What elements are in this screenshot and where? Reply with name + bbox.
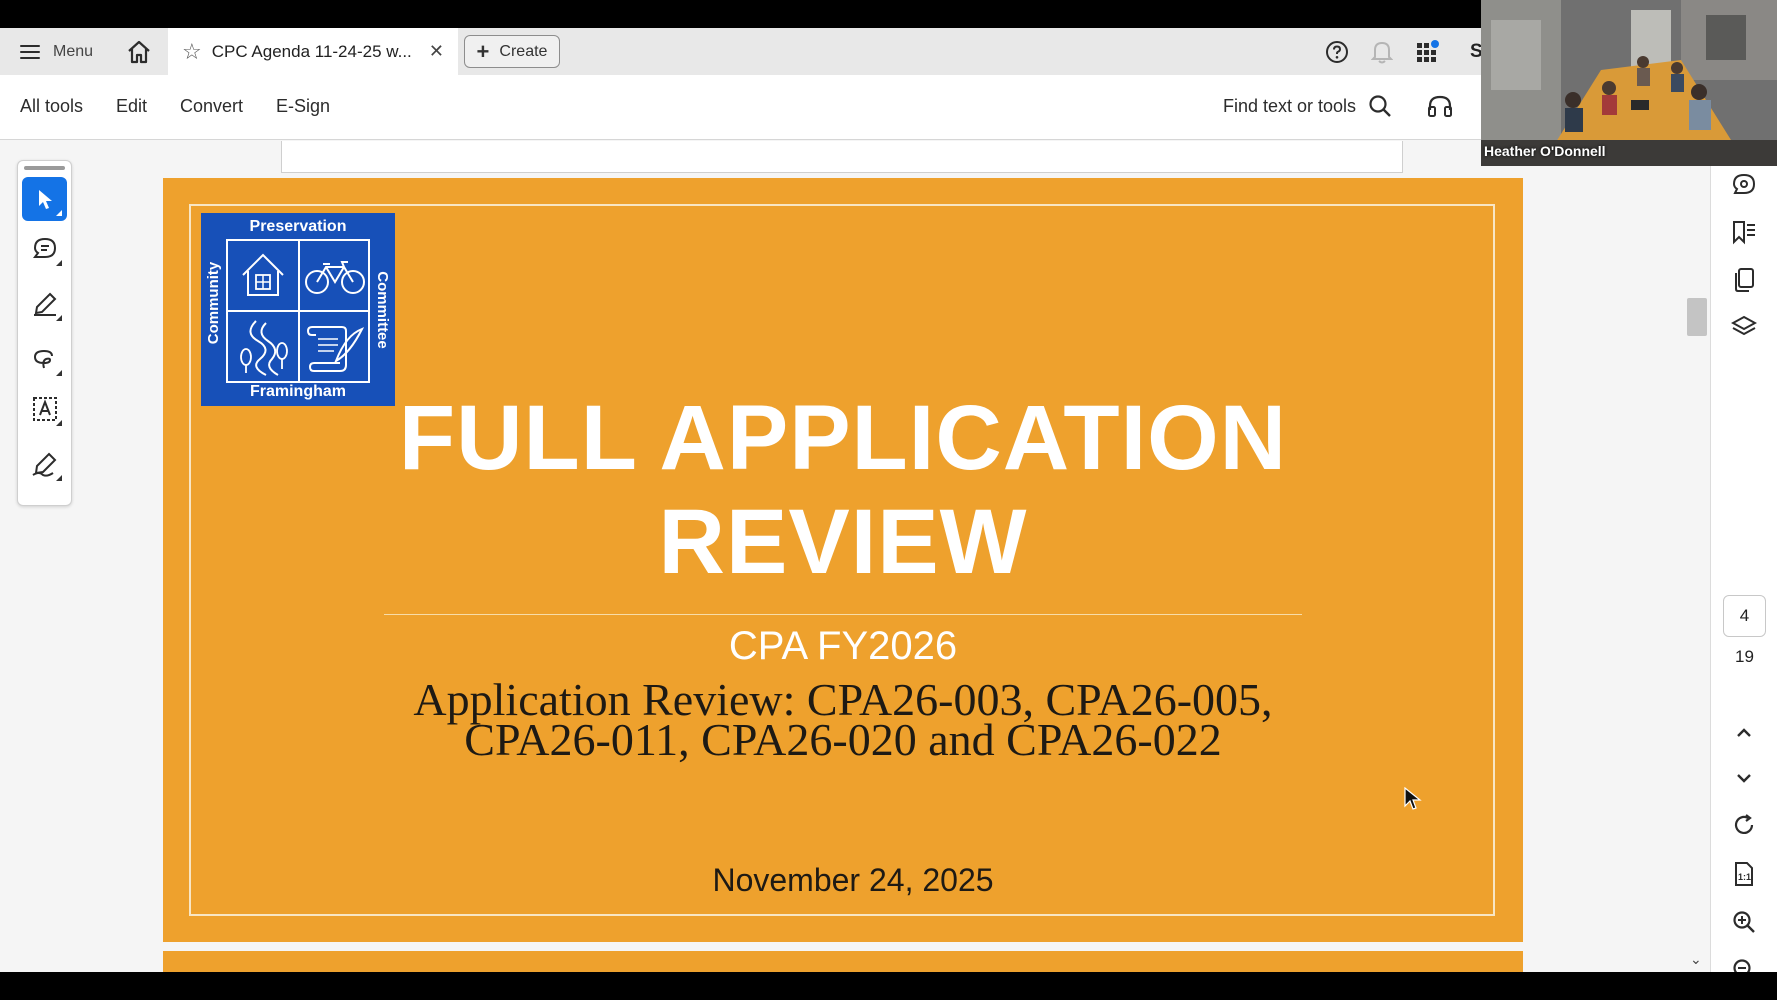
hamburger-icon [20,44,40,59]
house-icon [242,253,284,296]
help-icon[interactable] [1325,28,1349,75]
next-page-button[interactable] [1729,763,1759,793]
highlight-tool-icon [33,292,56,316]
bookmark-icon [1733,221,1755,245]
zoom-in-button[interactable] [1729,907,1759,937]
menu-button[interactable]: Menu [20,28,93,75]
home-button[interactable] [126,28,152,75]
previous-page-edge [281,141,1403,173]
logo-text-left: Community [205,261,222,345]
create-label: Create [499,42,548,60]
pdf-page-slide: Preservation Community Committee Framing… [163,178,1523,942]
actual-size-icon: 1:1 [1735,862,1753,886]
slide-applications: Application Review: CPA26-003, CPA26-005… [343,677,1343,765]
svg-text:1:1: 1:1 [1738,872,1751,882]
comment-tool-button[interactable] [22,227,67,271]
zoom-out-button[interactable] [1729,955,1759,972]
text-select-tool-icon [32,397,57,421]
rail-drag-handle[interactable] [24,166,65,170]
vertical-scrollbar[interactable]: ⌄ [1685,141,1709,972]
zoom-out-icon [1733,959,1751,972]
layers-icon [1731,315,1757,336]
search-icon[interactable] [1368,94,1392,118]
acrobat-window: Menu ☆ CPC Agenda 11-24-25 w... ✕ + Crea… [0,28,1777,972]
logo-text-top: Preservation [249,218,347,235]
layers-panel-button[interactable] [1729,312,1759,342]
close-tab-icon[interactable]: ✕ [429,41,444,62]
scroll-down-arrow-icon[interactable]: ⌄ [1690,951,1702,968]
edit-button[interactable]: Edit [116,96,147,117]
participant-name: Heather O'Donnell [1484,143,1606,159]
select-tool-button[interactable] [22,177,67,221]
home-icon [128,40,150,63]
convert-button[interactable]: Convert [180,96,243,117]
scroll-quill-icon [306,326,364,372]
chevron-up-icon [1737,728,1751,737]
sign-tool-button[interactable] [22,442,67,486]
bookmarks-button[interactable] [1729,217,1759,247]
logo-grid [226,239,370,383]
quick-tools-rail [17,160,72,506]
previous-page-button[interactable] [1729,718,1759,748]
scroll-thumb[interactable] [1687,298,1707,336]
cpc-logo: Preservation Community Committee Framing… [201,213,395,406]
read-aloud-headphones-icon[interactable] [1427,94,1453,118]
comment-tool-icon [32,237,56,258]
pages-panel-button[interactable] [1729,265,1759,295]
select-tool-icon [38,190,52,209]
slide-date: November 24, 2025 [712,862,994,898]
menu-label: Menu [53,42,94,60]
logo-text-right: Committee [374,271,391,349]
sign-tool-icon [31,452,56,477]
slide-divider [384,614,1302,615]
apps-grid-icon[interactable] [1416,28,1440,75]
mouse-cursor-icon [1404,787,1422,810]
find-text-or-tools-button[interactable]: Find text or tools [1223,96,1356,117]
rotate-button[interactable] [1729,810,1759,840]
applications-line-2: CPA26-011, CPA26-020 and CPA26-022 [464,714,1222,765]
zoom-in-icon [1733,911,1755,933]
star-icon[interactable]: ☆ [182,39,202,65]
notification-bell-icon[interactable] [1371,28,1393,75]
create-button[interactable]: + Create [464,35,560,68]
document-viewport[interactable]: Preservation Community Committee Framing… [90,141,1710,972]
page-thumbnails-icon [1735,268,1754,292]
trail-trees-icon [240,320,288,376]
meeting-room-video-frame [1481,0,1777,166]
ai-assistant-button[interactable] [1729,170,1759,200]
slide-title: FULL APPLICATION REVIEW [398,387,1288,593]
tab-title: CPC Agenda 11-24-25 w... [211,41,412,61]
current-page-input[interactable]: 4 [1723,595,1766,637]
next-page-edge [163,951,1523,972]
esign-button[interactable]: E-Sign [276,96,330,117]
draw-tool-button[interactable] [22,337,67,381]
fit-page-button[interactable]: 1:1 [1729,859,1759,889]
video-participant-tile[interactable]: Heather O'Donnell [1481,0,1777,166]
total-pages: 19 [1735,647,1754,666]
tab-document[interactable]: ☆ CPC Agenda 11-24-25 w... ✕ [168,28,458,75]
highlight-tool-button[interactable] [22,282,67,326]
draw-tool-icon [33,349,53,369]
right-panel-rail: 4 19 1:1 [1710,140,1777,972]
slide-subtitle: CPA FY2026 [728,624,958,668]
chevron-down-icon [1737,774,1751,783]
all-tools-button[interactable]: All tools [20,96,83,117]
ai-assistant-icon [1732,173,1756,194]
rotate-icon [1734,814,1754,834]
plus-icon: + [476,38,490,64]
text-select-tool-button[interactable] [22,387,67,431]
bicycle-icon [305,261,365,294]
